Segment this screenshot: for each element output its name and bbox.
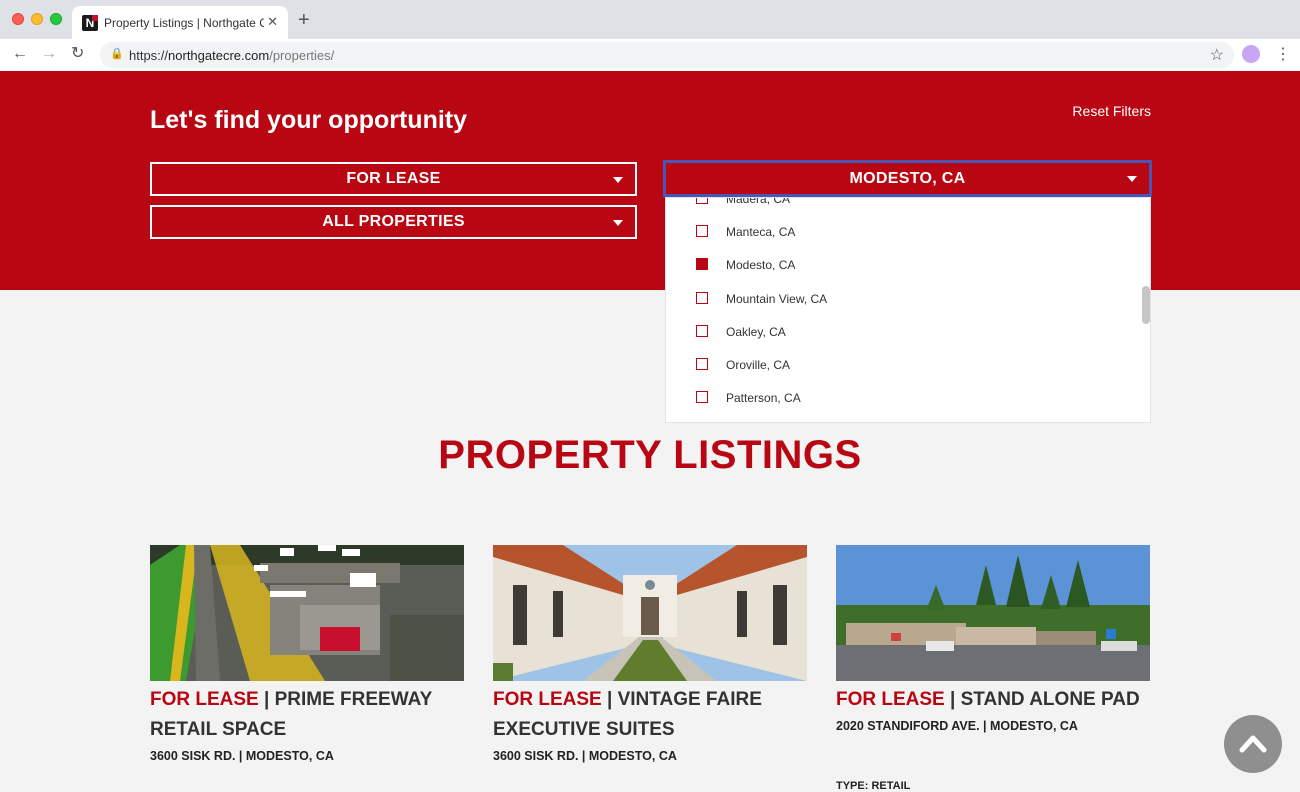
city-option[interactable]: Patterson, CA [666,383,1150,416]
browser-chrome: N Property Listings | Northgate C ✕ + ← … [0,0,1300,71]
checkbox[interactable] [696,325,708,337]
url-prefix: https:// [129,48,169,63]
url-text: https://northgatecre.com/properties/ [129,48,334,63]
checkbox[interactable] [696,358,708,370]
dropdown-scrollbar[interactable] [1142,286,1150,324]
city-option[interactable]: Manteca, CA [666,217,1150,250]
city-dropdown-list: Madera, CA Manteca, CA Modesto, CA Mount… [665,197,1151,423]
reset-filters-link[interactable]: Reset Filters [1072,103,1151,119]
property-type-value: ALL PROPERTIES [322,213,465,230]
property-photo-courtyard[interactable] [493,545,807,681]
property-heading[interactable]: FOR LEASE | PRIME FREEWAY RETAIL SPACE [150,685,464,745]
city-option-label: Modesto, CA [726,258,796,272]
new-tab-icon[interactable]: + [298,10,310,30]
property-card[interactable]: FOR LEASE | STAND ALONE PAD 2020 STANDIF… [836,545,1150,792]
browser-menu-icon[interactable]: ⋮ [1275,44,1291,64]
maximize-window-button[interactable] [50,13,62,25]
minimize-window-button[interactable] [31,13,43,25]
lock-icon: 🔒 [110,48,124,60]
chevron-down-icon [613,220,623,226]
forward-arrow-icon[interactable]: → [41,44,57,64]
checkbox[interactable] [696,198,708,204]
property-address: 2020 STANDIFORD AVE. | MODESTO, CA [836,719,1078,733]
city-option[interactable]: Oakley, CA [666,317,1150,350]
bookmark-star-icon[interactable]: ☆ [1210,45,1224,65]
listings-title: PROPERTY LISTINGS [438,433,862,477]
city-value: MODESTO, CA [849,170,966,187]
back-arrow-icon[interactable]: ← [12,44,28,64]
city-option-selected[interactable]: Modesto, CA [666,250,1150,283]
city-option-label: Mountain View, CA [726,292,828,306]
property-status: FOR LEASE [836,689,945,710]
city-option-label: Oroville, CA [726,358,791,372]
chevron-down-icon [1127,176,1137,182]
tab-title: Property Listings | Northgate C [104,16,264,30]
checkbox[interactable] [696,391,708,403]
reload-icon[interactable]: ↻ [71,44,84,64]
property-status: FOR LEASE [493,689,602,710]
property-card[interactable]: FOR LEASE | PRIME FREEWAY RETAIL SPACE 3… [150,545,464,763]
profile-avatar[interactable] [1242,45,1260,63]
property-photo-aerial[interactable] [150,545,464,681]
property-address: 3600 SISK RD. | MODESTO, CA [493,749,677,763]
checkbox-checked[interactable] [696,258,708,270]
chevron-up-icon [1239,735,1267,753]
url-host: northgatecre.com [168,48,270,63]
address-bar[interactable]: 🔒 https://northgatecre.com/properties/ ☆ [100,42,1234,68]
property-type: TYPE: RETAIL [836,780,911,792]
hero-title: Let's find your opportunity [150,106,468,134]
property-card[interactable]: FOR LEASE | VINTAGE FAIRE EXECUTIVE SUIT… [493,545,807,763]
browser-tab[interactable]: N Property Listings | Northgate C ✕ [72,6,288,39]
property-photo-pad[interactable] [836,545,1150,681]
back-to-top-button[interactable] [1224,715,1282,773]
close-window-button[interactable] [12,13,24,25]
property-address: 3600 SISK RD. | MODESTO, CA [150,749,334,763]
property-name: STAND ALONE PAD [960,689,1140,710]
listing-type-value: FOR LEASE [346,170,441,187]
browser-toolbar: ← → ↻ 🔒 https://northgatecre.com/propert… [0,39,1300,71]
city-option-label: Madera, CA [726,197,791,206]
property-heading[interactable]: FOR LEASE | VINTAGE FAIRE EXECUTIVE SUIT… [493,685,807,745]
chevron-down-icon [613,177,623,183]
city-option[interactable]: Mountain View, CA [666,284,1150,317]
city-option-label: Manteca, CA [726,225,796,239]
close-tab-icon[interactable]: ✕ [267,14,278,30]
city-option-partial[interactable]: Madera, CA [666,197,1150,217]
checkbox[interactable] [696,292,708,304]
city-option-label: Oakley, CA [726,325,786,339]
favicon-icon: N [82,15,98,31]
listing-type-select[interactable]: FOR LEASE [150,162,637,196]
url-path: /properties/ [269,48,335,63]
property-type-select[interactable]: ALL PROPERTIES [150,205,637,239]
city-option-label: Patterson, CA [726,391,801,405]
city-option[interactable]: Oroville, CA [666,350,1150,383]
page-content: Let's find your opportunity Reset Filter… [0,71,1300,792]
property-status: FOR LEASE [150,689,259,710]
property-heading[interactable]: FOR LEASE | STAND ALONE PAD [836,685,1150,715]
city-select[interactable]: MODESTO, CA [663,160,1152,197]
checkbox[interactable] [696,225,708,237]
